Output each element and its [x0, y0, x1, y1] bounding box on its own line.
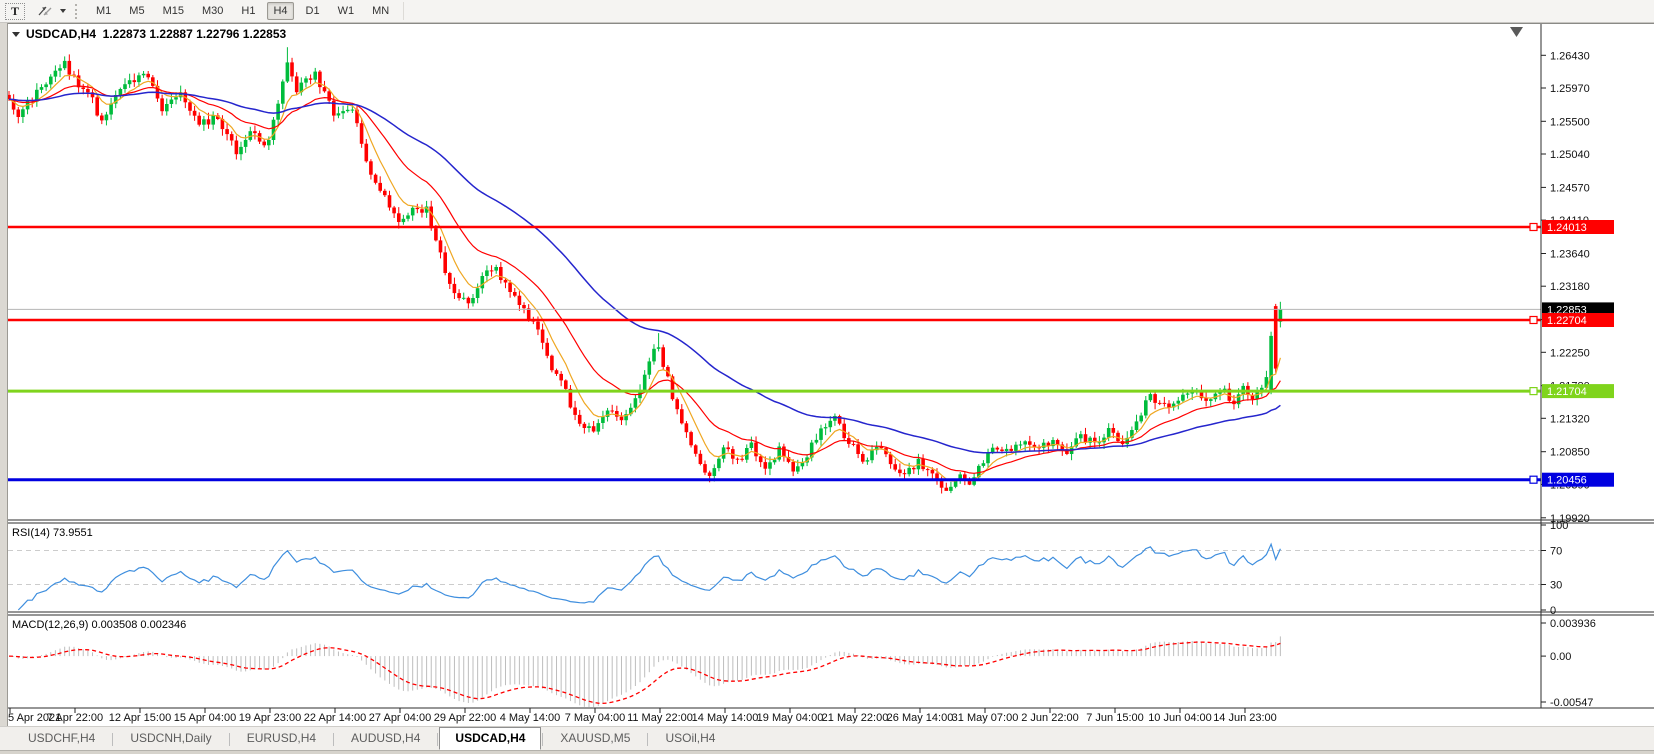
timeframe-m5-button[interactable]: M5: [123, 2, 150, 20]
macd-label: MACD(12,26,9) 0.003508 0.002346: [12, 619, 186, 631]
svg-text:1.23180: 1.23180: [1550, 281, 1590, 293]
svg-text:15 Apr 04:00: 15 Apr 04:00: [174, 712, 236, 724]
svg-text:0: 0: [1550, 605, 1556, 617]
status-strip: [0, 750, 1654, 754]
timeframe-h1-button[interactable]: H1: [235, 2, 261, 20]
svg-text:27 Apr 04:00: 27 Apr 04:00: [369, 712, 431, 724]
panel-splitter-rsi[interactable]: [7, 519, 1654, 524]
rsi-label: RSI(14) 73.9551: [12, 527, 93, 539]
tab-separator: [229, 733, 230, 746]
timeframe-m1-button[interactable]: M1: [90, 2, 117, 20]
chart-tab-eurusd-h4[interactable]: EURUSD,H4: [231, 727, 332, 750]
chart-tab-usdchf-h4[interactable]: USDCHF,H4: [12, 727, 111, 750]
svg-text:30: 30: [1550, 580, 1562, 592]
svg-text:1.25970: 1.25970: [1550, 83, 1590, 95]
toolbar-separator: [403, 2, 404, 20]
chart-tabbar: USDCHF,H4USDCNH,DailyEURUSD,H4AUDUSD,H4U…: [0, 726, 1654, 750]
chart-background: [7, 23, 1654, 726]
timeframe-w1-button[interactable]: W1: [332, 2, 361, 20]
svg-text:1.21320: 1.21320: [1550, 413, 1590, 425]
svg-text:2 Jun 22:00: 2 Jun 22:00: [1021, 712, 1079, 724]
svg-text:100: 100: [1550, 520, 1568, 532]
tab-separator: [647, 733, 648, 746]
svg-text:1.24570: 1.24570: [1550, 182, 1590, 194]
svg-text:22 Apr 14:00: 22 Apr 14:00: [304, 712, 366, 724]
svg-text:1.20456: 1.20456: [1547, 475, 1587, 487]
toolbar-grip-handle[interactable]: [75, 4, 80, 19]
svg-text:1.26430: 1.26430: [1550, 50, 1590, 62]
timeframe-m15-button[interactable]: M15: [157, 2, 190, 20]
svg-text:1.25040: 1.25040: [1550, 149, 1590, 161]
chart-title: USDCAD,H4 1.22873 1.22887 1.22796 1.2285…: [12, 27, 286, 41]
svg-text:1.25500: 1.25500: [1550, 116, 1590, 128]
chart-title-text: USDCAD,H4 1.22873 1.22887 1.22796 1.2285…: [26, 27, 286, 41]
svg-text:19 Apr 23:00: 19 Apr 23:00: [239, 712, 301, 724]
svg-text:12 Apr 15:00: 12 Apr 15:00: [109, 712, 171, 724]
chart-tab-usoil-h4[interactable]: USOil,H4: [649, 727, 731, 750]
timeframe-buttons: M1 M5 M15 M30 H1 H4 D1 W1 MN: [87, 2, 398, 20]
tab-separator: [437, 733, 438, 746]
svg-text:11 May 22:00: 11 May 22:00: [627, 712, 693, 724]
svg-text:1.24013: 1.24013: [1547, 222, 1587, 234]
collapse-triangle-icon[interactable]: [12, 32, 20, 37]
svg-text:1.22704: 1.22704: [1547, 315, 1587, 327]
svg-text:1.21704: 1.21704: [1547, 386, 1587, 398]
svg-text:1.22250: 1.22250: [1550, 347, 1590, 359]
svg-text:19 May 04:00: 19 May 04:00: [757, 712, 824, 724]
svg-text:14 May 14:00: 14 May 14:00: [692, 712, 759, 724]
line-anchor-marker[interactable]: [1530, 476, 1537, 483]
svg-text:1.23640: 1.23640: [1550, 248, 1590, 260]
svg-text:7 Apr 22:00: 7 Apr 22:00: [47, 712, 103, 724]
timeframe-m30-button[interactable]: M30: [196, 2, 229, 20]
svg-text:10 Jun 04:00: 10 Jun 04:00: [1148, 712, 1212, 724]
svg-text:1.20850: 1.20850: [1550, 447, 1590, 459]
timeframe-mn-button[interactable]: MN: [366, 2, 395, 20]
chart-canvas[interactable]: 1.264301.259701.255001.250401.245701.241…: [0, 0, 1654, 754]
line-anchor-marker[interactable]: [1530, 224, 1537, 231]
svg-text:31 May 07:00: 31 May 07:00: [952, 712, 1019, 724]
text-tool-button[interactable]: T: [5, 3, 25, 20]
chart-tab-usdcad-h4[interactable]: USDCAD,H4: [439, 727, 541, 750]
svg-text:0.00: 0.00: [1550, 651, 1571, 663]
svg-text:70: 70: [1550, 546, 1562, 558]
tab-separator: [333, 733, 334, 746]
line-anchor-marker[interactable]: [1530, 388, 1537, 395]
panel-splitter-macd[interactable]: [7, 611, 1654, 616]
swap-arrows-icon: [35, 4, 55, 18]
chart-tab-usdcnh-daily[interactable]: USDCNH,Daily: [114, 727, 227, 750]
svg-text:21 May 22:00: 21 May 22:00: [822, 712, 889, 724]
svg-text:-0.00547: -0.00547: [1550, 697, 1593, 709]
arrow-tools-button[interactable]: [35, 4, 66, 18]
timeframe-h4-button[interactable]: H4: [267, 2, 293, 20]
svg-text:4 May 14:00: 4 May 14:00: [500, 712, 561, 724]
svg-text:29 Apr 22:00: 29 Apr 22:00: [434, 712, 496, 724]
svg-text:7 May 04:00: 7 May 04:00: [565, 712, 626, 724]
mt4-window: T M1 M5 M15 M30 H1 H4 D1 W1 MN 1.26430 1.25970 1.2…: [0, 0, 1654, 754]
tab-separator: [542, 733, 543, 746]
timeframe-d1-button[interactable]: D1: [300, 2, 326, 20]
svg-text:7 Jun 15:00: 7 Jun 15:00: [1086, 712, 1144, 724]
tab-separator: [112, 733, 113, 746]
chart-tab-audusd-h4[interactable]: AUDUSD,H4: [335, 727, 436, 750]
svg-text:0.003936: 0.003936: [1550, 618, 1596, 630]
chart-tab-xauusd-m5[interactable]: XAUUSD,M5: [544, 727, 646, 750]
svg-text:14 Jun 23:00: 14 Jun 23:00: [1213, 712, 1277, 724]
window-left-edge: [0, 23, 8, 726]
caret-down-icon: [60, 9, 66, 13]
svg-text:26 May 14:00: 26 May 14:00: [887, 712, 954, 724]
toolbar: T M1 M5 M15 M30 H1 H4 D1 W1 MN: [0, 0, 1654, 23]
line-anchor-marker[interactable]: [1530, 317, 1537, 324]
